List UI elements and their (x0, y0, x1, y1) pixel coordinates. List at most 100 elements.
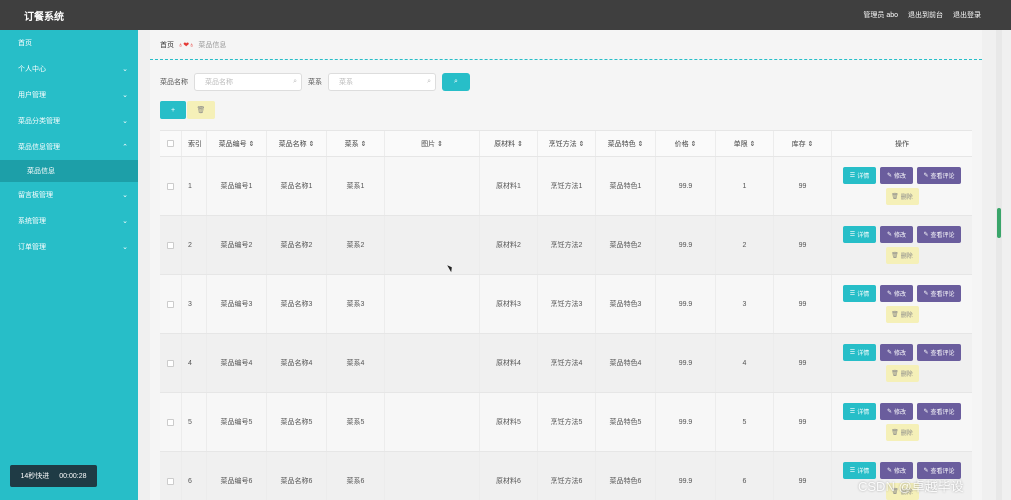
top-right-links: 管理员 abo 退出到前台 退出登录 (863, 10, 981, 20)
breadcrumb-home[interactable]: 首页 (160, 40, 174, 50)
col-header-method[interactable]: 烹饪方法 ⇕ (538, 131, 596, 156)
timer-time: 00:00:28 (59, 472, 87, 480)
dish-name-input[interactable]: 菜品名称 ⌕ (194, 73, 302, 91)
cell-method: 烹饪方法5 (538, 393, 596, 451)
edit-button[interactable]: ✎ 修改 (880, 344, 913, 361)
cell-material: 原材料2 (480, 216, 538, 274)
edit-button[interactable]: ✎ 修改 (880, 167, 913, 184)
sidebar-item-users[interactable]: 用户管理 ⌄ (0, 82, 138, 108)
detail-icon: ☰ (849, 232, 856, 238)
view-comments-label: 查看评论 (930, 410, 955, 416)
edit-button[interactable]: ✎ 修改 (880, 403, 913, 420)
add-button[interactable]: + (160, 101, 186, 119)
delete-button[interactable]: 🗑 删除 (885, 247, 919, 264)
sidebar-item-orders[interactable]: 订单管理 ⌄ (0, 234, 138, 260)
edit-icon: ✎ (923, 232, 929, 238)
edit-icon: ✎ (886, 232, 892, 238)
edit-button[interactable]: ✎ 修改 (880, 285, 913, 302)
batch-delete-button[interactable]: 🗑 (187, 101, 215, 119)
cell-code: 菜品编号6 (207, 452, 267, 500)
edit-icon: ✎ (886, 409, 892, 415)
series-input[interactable]: 菜系 ⌕ (328, 73, 436, 91)
row-actions-top: ☰ 详情 ✎ 修改 ✎ 查看评论 (843, 403, 961, 420)
row-actions: ☰ 详情 ✎ 修改 ✎ 查看评论 🗑 删除 (843, 344, 961, 382)
col-header-stock[interactable]: 库存 ⇕ (774, 131, 832, 156)
col-header-label: 价格 (674, 140, 689, 148)
col-header-label: 菜品特色 (607, 140, 636, 148)
delete-button[interactable]: 🗑 删除 (885, 424, 919, 441)
sidebar-item-home[interactable]: 首页 (0, 30, 138, 56)
row-checkbox[interactable] (160, 334, 182, 392)
delete-button[interactable]: 🗑 删除 (885, 188, 919, 205)
page-scrollbar[interactable] (996, 30, 1002, 500)
view-comments-label: 查看评论 (930, 292, 955, 298)
view-comments-button[interactable]: ✎ 查看评论 (917, 344, 961, 361)
dish-name-placeholder: 菜品名称 (205, 79, 233, 86)
sidebar-item-dish-info[interactable]: 菜品信息管理 ⌃ (0, 134, 138, 160)
col-header-material[interactable]: 原材料 ⇕ (480, 131, 538, 156)
view-comments-label: 查看评论 (930, 233, 955, 239)
sidebar-item-label: 首页 (18, 40, 32, 47)
select-all-checkbox[interactable] (160, 131, 182, 156)
detail-button[interactable]: ☰ 详情 (843, 226, 876, 243)
detail-button[interactable]: ☰ 详情 (843, 167, 876, 184)
row-checkbox[interactable] (160, 216, 182, 274)
row-checkbox[interactable] (160, 393, 182, 451)
checkbox-box (167, 477, 174, 485)
series-placeholder: 菜系 (339, 79, 353, 86)
sidebar-item-messages[interactable]: 留言板管理 ⌄ (0, 182, 138, 208)
checkbox-box (167, 182, 174, 190)
row-actions-top: ☰ 详情 ✎ 修改 ✎ 查看评论 (843, 344, 961, 361)
view-comments-button[interactable]: ✎ 查看评论 (917, 167, 961, 184)
col-header-name[interactable]: 菜品名称 ⇕ (267, 131, 327, 156)
cell-price: 99.9 (656, 452, 716, 500)
search-button[interactable]: ⌕ (442, 73, 470, 91)
cell-price: 99.9 (656, 275, 716, 333)
sidebar-item-category[interactable]: 菜品分类管理 ⌄ (0, 108, 138, 134)
col-header-actions: 操作 (895, 140, 909, 148)
search-icon: ⌕ (454, 78, 458, 85)
trash-icon: 🗑 (891, 194, 899, 200)
sort-icon: ⇕ (578, 140, 585, 148)
front-link[interactable]: 退出到前台 (908, 10, 943, 20)
edit-icon: ✎ (886, 291, 892, 297)
sidebar-item-label: 用户管理 (18, 92, 46, 99)
cell-index: 3 (182, 275, 207, 333)
sort-icon: ⇕ (637, 140, 644, 148)
row-checkbox[interactable] (160, 452, 182, 500)
sidebar-subitem-dish-info[interactable]: 菜品信息 (0, 160, 138, 182)
col-header-image[interactable]: 图片 ⇕ (385, 131, 480, 156)
detail-button[interactable]: ☰ 详情 (843, 285, 876, 302)
col-header-code[interactable]: 菜品编号 ⇕ (207, 131, 267, 156)
col-header-limit[interactable]: 单限 ⇕ (716, 131, 774, 156)
detail-button[interactable]: ☰ 详情 (843, 403, 876, 420)
series-label: 菜系 (308, 79, 322, 86)
cell-price: 99.9 (656, 216, 716, 274)
row-checkbox[interactable] (160, 275, 182, 333)
detail-button[interactable]: ☰ 详情 (843, 344, 876, 361)
scrollbar-thumb[interactable] (997, 208, 1001, 238)
edit-icon: ✎ (923, 173, 929, 179)
row-checkbox[interactable] (160, 157, 182, 215)
col-header-price[interactable]: 价格 ⇕ (656, 131, 716, 156)
cell-limit: 2 (716, 216, 774, 274)
view-comments-button[interactable]: ✎ 查看评论 (917, 226, 961, 243)
view-comments-label: 查看评论 (930, 351, 955, 357)
col-header-feature[interactable]: 菜品特色 ⇕ (596, 131, 656, 156)
sidebar-item-profile[interactable]: 个人中心 ⌄ (0, 56, 138, 82)
cell-limit: 3 (716, 275, 774, 333)
delete-button[interactable]: 🗑 删除 (885, 365, 919, 382)
sort-icon: ⇕ (517, 140, 523, 148)
cell-series: 菜系3 (327, 275, 385, 333)
sidebar-item-system[interactable]: 系统管理 ⌄ (0, 208, 138, 234)
cell-series: 菜系2 (327, 216, 385, 274)
cell-stock: 99 (774, 334, 832, 392)
edit-button[interactable]: ✎ 修改 (880, 226, 913, 243)
view-comments-button[interactable]: ✎ 查看评论 (917, 285, 961, 302)
col-header-label: 菜品编号 (218, 140, 247, 148)
delete-button[interactable]: 🗑 删除 (885, 306, 919, 323)
view-comments-button[interactable]: ✎ 查看评论 (917, 403, 961, 420)
col-header-series[interactable]: 菜系 ⇕ (327, 131, 385, 156)
logout-link[interactable]: 退出登录 (953, 10, 981, 20)
table-row: 5 菜品编号5 菜品名称5 菜系5 原材料5 烹饪方法5 菜品特色5 99.9 5 99 ☰ 详情 ✎ 修… (160, 393, 972, 452)
